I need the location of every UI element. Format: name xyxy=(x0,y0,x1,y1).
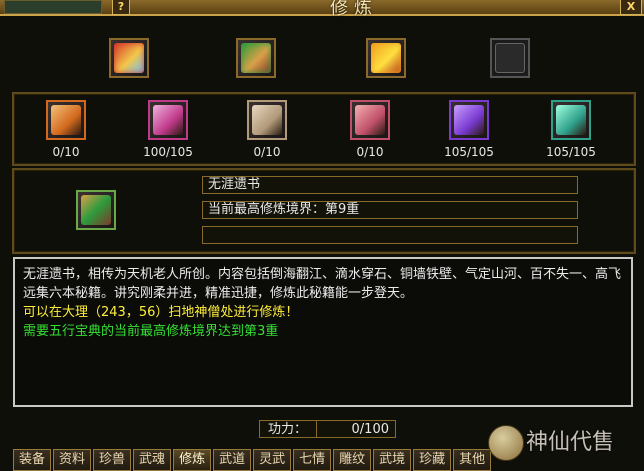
tab-10[interactable]: 珍藏 xyxy=(413,449,452,471)
watermark-text: 神仙代售 xyxy=(526,430,615,455)
tab-0[interactable]: 装备 xyxy=(13,449,52,471)
empty-slot-icon[interactable] xyxy=(490,38,530,78)
skill-description: 无涯遗书，相传为天机老人所创。内容包括倒海翻江、滴水穿石、铜墙铁壁、气定山河、百… xyxy=(13,257,633,407)
cultivation-window: ? 修炼 X 0/10 100/105 0/10 0/10 105/105 105/105… xyxy=(0,0,644,471)
description-text: 无涯遗书，相传为天机老人所创。内容包括倒海翻江、滴水穿石、铜墙铁壁、气定山河、百… xyxy=(23,267,622,301)
watermark: 神仙代售 xyxy=(486,418,640,468)
tab-7[interactable]: 七情 xyxy=(293,449,332,471)
tab-9[interactable]: 武境 xyxy=(373,449,412,471)
tab-bar: 装备 资料 珍兽 武魂 修炼 武道 灵武 七情 雕纹 武境 珍藏 其他 xyxy=(13,449,492,471)
gold-bundle-icon[interactable] xyxy=(366,38,406,78)
scroll-purple-icon[interactable] xyxy=(148,100,188,140)
tab-6[interactable]: 灵武 xyxy=(253,449,292,471)
skill-progress-label: 0/10 xyxy=(52,145,80,159)
skill-progress-label: 0/10 xyxy=(253,145,281,159)
scroll-pink-icon[interactable] xyxy=(350,100,390,140)
requirement-text: 需要五行宝典的当前最高修炼境界达到第3重 xyxy=(23,324,279,339)
selected-skill-realm: 当前最高修炼境界：第9重 xyxy=(202,201,578,219)
tab-2[interactable]: 珍兽 xyxy=(93,449,132,471)
skill-progress-label: 100/105 xyxy=(143,145,193,159)
skill-progress-label: 0/10 xyxy=(356,145,384,159)
title-bar-left-panel xyxy=(4,0,102,14)
selected-skill-name: 无涯遗书 xyxy=(202,176,578,194)
tab-4[interactable]: 修炼 xyxy=(173,449,212,471)
tab-5[interactable]: 武道 xyxy=(213,449,252,471)
close-button[interactable]: X xyxy=(620,0,642,15)
help-button[interactable]: ? xyxy=(112,0,130,15)
scroll-teal-icon[interactable] xyxy=(551,100,591,140)
scroll-violet-icon[interactable] xyxy=(449,100,489,140)
book-red-icon[interactable] xyxy=(109,38,149,78)
tab-3[interactable]: 武魂 xyxy=(133,449,172,471)
skill-progress-label: 105/105 xyxy=(444,145,494,159)
skill-progress-label: 105/105 xyxy=(546,145,596,159)
scroll-bundle-green-icon[interactable] xyxy=(236,38,276,78)
scroll-beige-icon[interactable] xyxy=(247,100,287,140)
location-hint: 可以在大理（243，56）扫地神僧处进行修炼！ xyxy=(23,305,299,320)
scroll-orange-icon[interactable] xyxy=(46,100,86,140)
watermark-logo-icon xyxy=(488,425,524,461)
tab-1[interactable]: 资料 xyxy=(53,449,92,471)
title-bar: ? 修炼 X xyxy=(0,0,644,19)
power-value: 0/100 xyxy=(316,420,396,438)
window-title: 修炼 xyxy=(330,0,378,19)
tab-8[interactable]: 雕纹 xyxy=(333,449,372,471)
selected-skill-extra xyxy=(202,226,578,244)
selected-skill-icon xyxy=(76,190,116,230)
